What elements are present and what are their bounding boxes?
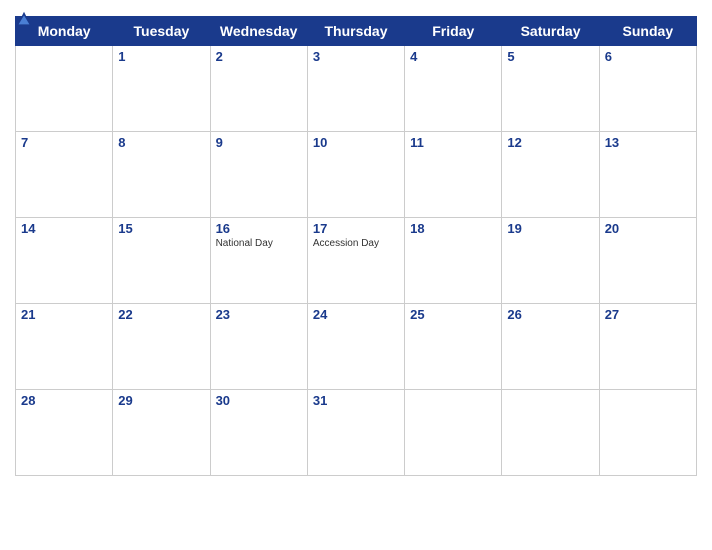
calendar-cell: 31 (307, 390, 404, 476)
calendar-cell: 16 National Day (210, 218, 307, 304)
day-number: 29 (118, 393, 204, 408)
holiday-name: Accession Day (313, 238, 399, 249)
calendar-cell (502, 390, 599, 476)
weekday-header-saturday: Saturday (502, 17, 599, 46)
calendar-cell: 7 (16, 132, 113, 218)
weekday-header-sunday: Sunday (599, 17, 696, 46)
weekday-header-tuesday: Tuesday (113, 17, 210, 46)
calendar-cell (16, 46, 113, 132)
day-number: 28 (21, 393, 107, 408)
calendar-cell: 22 (113, 304, 210, 390)
calendar-cell (599, 390, 696, 476)
day-number: 23 (216, 307, 302, 322)
weekday-header-friday: Friday (405, 17, 502, 46)
calendar-cell: 21 (16, 304, 113, 390)
calendar-week-row: 789 10 11 12 13 (16, 132, 697, 218)
day-number: 6 (605, 49, 691, 64)
calendar-cell: 12 (502, 132, 599, 218)
weekday-header-row: MondayTuesdayWednesdayThursdayFridaySatu… (16, 17, 697, 46)
calendar-cell: 23 (210, 304, 307, 390)
calendar-cell: 19 (502, 218, 599, 304)
calendar-cell: 1 (113, 46, 210, 132)
day-number: 21 (21, 307, 107, 322)
day-number: 16 (216, 221, 302, 236)
calendar-cell: 29 (113, 390, 210, 476)
calendar-week-row: 14 15 16 National Day 17 Accession Day 18 19 20 (16, 218, 697, 304)
weekday-header-thursday: Thursday (307, 17, 404, 46)
day-number: 15 (118, 221, 204, 236)
calendar-cell: 8 (113, 132, 210, 218)
day-number: 26 (507, 307, 593, 322)
calendar-cell: 30 (210, 390, 307, 476)
day-number: 24 (313, 307, 399, 322)
calendar-week-row: 28 29 30 31 (16, 390, 697, 476)
calendar-cell: 24 (307, 304, 404, 390)
day-number: 27 (605, 307, 691, 322)
calendar-cell: 20 (599, 218, 696, 304)
logo (15, 10, 35, 28)
day-number: 10 (313, 135, 399, 150)
calendar-cell: 28 (16, 390, 113, 476)
calendar-cell: 10 (307, 132, 404, 218)
calendar-cell: 17 Accession Day (307, 218, 404, 304)
weekday-header-wednesday: Wednesday (210, 17, 307, 46)
calendar-table: MondayTuesdayWednesdayThursdayFridaySatu… (15, 16, 697, 476)
calendar-container: MondayTuesdayWednesdayThursdayFridaySatu… (0, 0, 712, 550)
logo-blue (15, 10, 35, 28)
calendar-cell: 14 (16, 218, 113, 304)
day-number: 17 (313, 221, 399, 236)
day-number: 22 (118, 307, 204, 322)
calendar-cell: 15 (113, 218, 210, 304)
day-number: 3 (313, 49, 399, 64)
calendar-cell: 11 (405, 132, 502, 218)
day-number: 9 (216, 135, 302, 150)
day-number: 18 (410, 221, 496, 236)
calendar-week-row: 123456 (16, 46, 697, 132)
day-number: 25 (410, 307, 496, 322)
calendar-cell: 2 (210, 46, 307, 132)
calendar-cell: 13 (599, 132, 696, 218)
calendar-cell: 27 (599, 304, 696, 390)
calendar-week-row: 21 22 23 24 25 26 27 (16, 304, 697, 390)
holiday-name: National Day (216, 238, 302, 249)
calendar-cell: 26 (502, 304, 599, 390)
day-number: 19 (507, 221, 593, 236)
day-number: 8 (118, 135, 204, 150)
day-number: 12 (507, 135, 593, 150)
day-number: 11 (410, 135, 496, 150)
day-number: 30 (216, 393, 302, 408)
calendar-cell: 9 (210, 132, 307, 218)
calendar-cell (405, 390, 502, 476)
day-number: 5 (507, 49, 593, 64)
calendar-cell: 6 (599, 46, 696, 132)
calendar-cell: 25 (405, 304, 502, 390)
day-number: 20 (605, 221, 691, 236)
day-number: 31 (313, 393, 399, 408)
calendar-cell: 3 (307, 46, 404, 132)
day-number: 13 (605, 135, 691, 150)
calendar-cell: 18 (405, 218, 502, 304)
calendar-cell: 5 (502, 46, 599, 132)
logo-icon (15, 10, 33, 28)
day-number: 14 (21, 221, 107, 236)
day-number: 4 (410, 49, 496, 64)
day-number: 7 (21, 135, 107, 150)
day-number: 1 (118, 49, 204, 64)
calendar-cell: 4 (405, 46, 502, 132)
day-number: 2 (216, 49, 302, 64)
